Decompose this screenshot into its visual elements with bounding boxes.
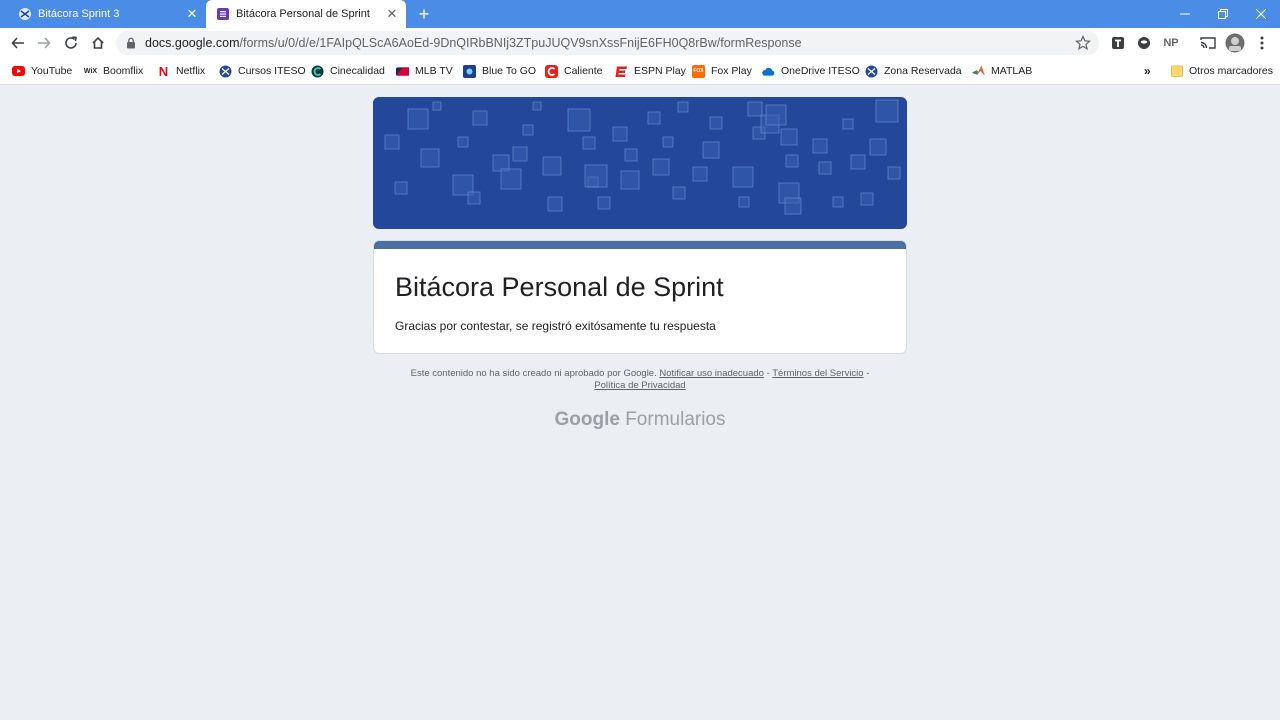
tab-bitacora-sprint-3[interactable]: Bitácora Sprint 3 ✕ [8,0,206,28]
bookmark-fox-play[interactable]: FOX Fox Play [692,58,752,84]
reload-icon [65,36,77,49]
separator: - [763,368,773,379]
bookmark-label: Blue To GO [482,65,537,77]
footer-line-1: Este contenido no ha sido creado ni apro… [373,368,907,380]
google-forms-favicon-icon [217,8,229,20]
profile-avatar[interactable] [1225,33,1245,53]
bookmarks-bar: YouTube WiX Boomflix N Netflix Cursos IT… [0,58,1280,85]
bookmark-label: Cursos ITESO [238,65,306,77]
matlab-icon [972,65,985,78]
extension-ghost-icon[interactable] [1135,34,1153,52]
iteso-favicon-icon [19,8,31,20]
bookmark-label: Cinecalidad [330,65,385,77]
wix-icon: WiX [83,67,98,75]
mlb-icon [396,65,409,78]
bookmark-label: MLB TV [415,65,453,77]
home-button[interactable] [87,32,109,54]
minimize-icon [1180,13,1190,15]
restore-button[interactable] [1204,0,1242,28]
close-tab-icon[interactable]: ✕ [384,6,400,22]
extension-np-icon[interactable]: NP [1160,34,1182,52]
bookmark-star-icon[interactable] [1075,35,1091,51]
squares-pattern-image [384,99,901,215]
form-footer: Este contenido no ha sido creado ni apro… [373,368,907,392]
bookmark-onedrive-iteso[interactable]: OneDrive ITESO [762,58,860,84]
bluetogo-icon [463,64,476,78]
tab-bitacora-personal[interactable]: Bitácora Personal de Sprint ✕ [206,0,406,28]
folder-icon [1170,65,1183,78]
terms-link[interactable]: Términos del Servicio [772,368,863,379]
disclaimer-text: Este contenido no ha sido creado ni apro… [410,368,657,379]
reload-button[interactable] [60,32,82,54]
onedrive-icon [762,65,775,78]
bookmark-boomflix[interactable]: WiX Boomflix [84,58,143,84]
cinecalidad-icon [311,65,324,78]
confirmation-message: Gracias por contestar, se registró exitó… [395,319,716,333]
espn-icon [615,65,628,78]
close-window-button[interactable] [1242,0,1280,28]
bookmark-label: Zona Reservada [884,65,962,77]
other-bookmarks-label: Otros marcadores [1189,65,1274,77]
menu-kebab-icon[interactable] [1253,34,1271,52]
bookmark-label: ESPN Play [634,65,686,77]
other-bookmarks-folder[interactable]: Otros marcadores [1170,58,1273,84]
url-host: docs.google.com [145,36,240,50]
cast-icon[interactable] [1199,34,1217,52]
bookmark-label: MATLAB [991,65,1033,77]
address-bar[interactable]: docs.google.com/forms/u/0/d/e/1FAIpQLScA… [116,31,1099,55]
bookmark-label: Fox Play [711,65,752,77]
bookmarks-overflow-button[interactable]: » [1144,58,1151,84]
tab-title: Bitácora Personal de Sprint [236,8,370,20]
iteso-icon [865,65,878,78]
close-tab-icon[interactable]: ✕ [184,6,200,22]
extension-t-icon[interactable] [1109,34,1127,52]
back-arrow-icon [11,37,24,49]
bookmark-mlb-tv[interactable]: MLB TV [396,58,453,84]
bookmark-label: Caliente [564,65,603,77]
back-button[interactable] [7,32,29,54]
privacy-policy-link[interactable]: Política de Privacidad [594,380,685,391]
tab-title: Bitácora Sprint 3 [38,8,120,20]
separator: - [863,368,870,379]
bookmark-label: OneDrive ITESO [781,65,860,77]
home-icon [92,36,104,49]
caliente-icon [545,64,558,78]
product-name: Formularios [625,409,726,430]
youtube-icon [12,65,25,78]
forward-button[interactable] [33,32,55,54]
bookmark-cinecalidad[interactable]: Cinecalidad [311,58,385,84]
bookmark-cursos-iteso[interactable]: Cursos ITESO [219,58,306,84]
report-abuse-link[interactable]: Notificar uso inadecuado [659,368,764,379]
response-confirmation-card: Bitácora Personal de Sprint Gracias por … [373,240,907,354]
browser-toolbar: docs.google.com/forms/u/0/d/e/1FAIpQLScA… [0,28,1280,58]
netflix-icon: N [158,63,169,79]
fox-icon: FOX [692,64,705,78]
iteso-icon [219,65,232,78]
bookmark-blue-to-go[interactable]: Blue To GO [463,58,536,84]
google-forms-logo[interactable]: Google Formularios [373,409,907,431]
tab-strip: Bitácora Sprint 3 ✕ Bitácora Personal de… [0,0,1280,28]
bookmark-netflix[interactable]: N Netflix [157,58,205,84]
new-tab-button[interactable]: + [414,4,434,24]
bookmark-youtube[interactable]: YouTube [12,58,72,84]
card-accent-bar [374,241,906,249]
bookmark-label: YouTube [31,65,73,77]
minimize-button[interactable] [1166,0,1204,28]
url-path: /forms/u/0/d/e/1FAIpQLScA6AoEd-9DnQIRbBN… [239,36,802,50]
bookmark-zona-reservada[interactable]: Zona Reservada [865,58,962,84]
form-header-banner [373,97,907,229]
form-title: Bitácora Personal de Sprint [395,272,724,302]
google-wordmark: Google [554,409,620,430]
forward-arrow-icon [38,37,51,49]
close-icon [1256,9,1266,19]
bookmark-label: Netflix [176,65,206,77]
bookmark-caliente[interactable]: Caliente [545,58,603,84]
footer-line-2: Política de Privacidad [373,380,907,392]
lock-icon [127,37,135,49]
bookmark-espn-play[interactable]: ESPN Play [615,58,686,84]
url-text: docs.google.com/forms/u/0/d/e/1FAIpQLScA… [145,31,802,55]
restore-icon [1218,9,1228,19]
bookmark-label: Boomflix [103,65,144,77]
bookmark-matlab[interactable]: MATLAB [972,58,1032,84]
